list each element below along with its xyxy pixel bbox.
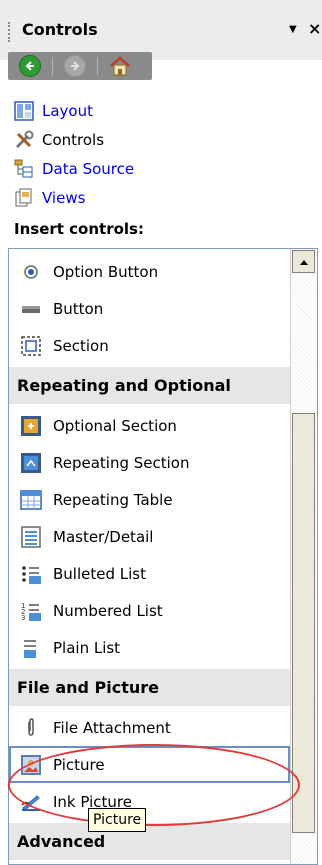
- list-item-section[interactable]: Section: [9, 327, 290, 364]
- list-item-plain-list[interactable]: Plain List: [9, 629, 290, 666]
- list-item-file-attachment[interactable]: File Attachment: [9, 709, 290, 746]
- insert-controls-label: Insert controls:: [14, 220, 144, 238]
- scroll-up-arrow-icon: [299, 259, 308, 265]
- svg-text:3: 3: [21, 614, 25, 622]
- pane-title: Controls: [22, 20, 98, 39]
- list-item-label: Bulleted List: [53, 564, 146, 583]
- link-label: Views: [42, 188, 86, 207]
- bulleted-list-icon: [19, 562, 43, 586]
- list-item-label: Optional Section: [53, 416, 177, 435]
- list-item-label: Master/Detail: [53, 527, 154, 546]
- forward-arrow-icon: [64, 55, 86, 77]
- picture-icon: [19, 753, 43, 777]
- list-item-button[interactable]: Button: [9, 290, 290, 327]
- category-repeating-optional: Repeating and Optional: [9, 367, 290, 404]
- layout-icon: [14, 100, 34, 121]
- list-item-label: Numbered List: [53, 601, 163, 620]
- list-item-label: Section: [53, 336, 109, 355]
- list-item-master-detail[interactable]: Master/Detail: [9, 518, 290, 555]
- list-item-label: Button: [53, 299, 104, 318]
- data-source-icon: [14, 159, 34, 179]
- plain-list-icon: [19, 636, 43, 660]
- back-arrow-icon: [19, 55, 41, 77]
- drag-grip[interactable]: [8, 22, 13, 42]
- link-data-source[interactable]: Data Source: [14, 154, 134, 183]
- optional-section-icon: [19, 414, 43, 438]
- task-links: Layout Controls Data Source Views: [14, 96, 134, 212]
- list-item-picture[interactable]: Picture: [9, 746, 290, 783]
- button-icon: [19, 297, 43, 321]
- navigation-toolbar: [8, 52, 152, 80]
- repeating-table-icon: [19, 488, 43, 512]
- category-advanced: Advanced: [9, 823, 290, 860]
- option-button-icon: [19, 260, 43, 284]
- ink-picture-icon: [19, 790, 43, 814]
- list-item-bulleted-list[interactable]: Bulleted List: [9, 555, 290, 592]
- list-item-label: File Attachment: [53, 718, 171, 737]
- controls-list: Option Button Button Section Repeating a…: [8, 248, 318, 865]
- list-item-label: Picture: [53, 755, 105, 774]
- link-label: Data Source: [42, 159, 135, 178]
- list-item-label: Option Button: [53, 262, 159, 281]
- link-label: Controls: [42, 130, 105, 149]
- list-item-ink-picture[interactable]: Ink Picture: [9, 783, 290, 820]
- repeating-section-icon: [19, 451, 43, 475]
- close-icon[interactable]: ×: [308, 19, 321, 38]
- tooltip: Picture: [88, 808, 147, 832]
- views-icon: [14, 188, 34, 208]
- link-layout[interactable]: Layout: [14, 96, 134, 125]
- back-button[interactable]: [8, 52, 52, 80]
- category-file-picture: File and Picture: [9, 669, 290, 706]
- list-item-label: Plain List: [53, 638, 121, 657]
- section-icon: [19, 334, 43, 358]
- master-detail-icon: [19, 525, 43, 549]
- list-item-repeating-table[interactable]: Repeating Table: [9, 481, 290, 518]
- scroll-thumb[interactable]: [292, 413, 315, 833]
- list-item-numbered-list[interactable]: 123 Numbered List: [9, 592, 290, 629]
- task-pane-title-bar: Controls ▼ ×: [8, 19, 322, 42]
- home-button[interactable]: [98, 52, 142, 80]
- pane-menu-dropdown-icon[interactable]: ▼: [289, 24, 297, 35]
- link-controls[interactable]: Controls: [14, 125, 134, 154]
- numbered-list-icon: 123: [19, 599, 43, 623]
- scroll-up-button[interactable]: [292, 250, 315, 273]
- list-item-repeating-section[interactable]: Repeating Section: [9, 444, 290, 481]
- list-item-option-button[interactable]: Option Button: [9, 253, 290, 290]
- controls-tools-icon: [14, 130, 34, 150]
- link-label: Layout: [42, 101, 93, 120]
- home-icon: [109, 56, 131, 76]
- list-item-label: Repeating Table: [53, 490, 173, 509]
- paperclip-icon: [19, 716, 43, 740]
- vertical-scrollbar[interactable]: [290, 249, 317, 864]
- list-item-optional-section[interactable]: Optional Section: [9, 407, 290, 444]
- link-views[interactable]: Views: [14, 183, 134, 212]
- forward-button[interactable]: [53, 52, 97, 80]
- list-item-label: Repeating Section: [53, 453, 190, 472]
